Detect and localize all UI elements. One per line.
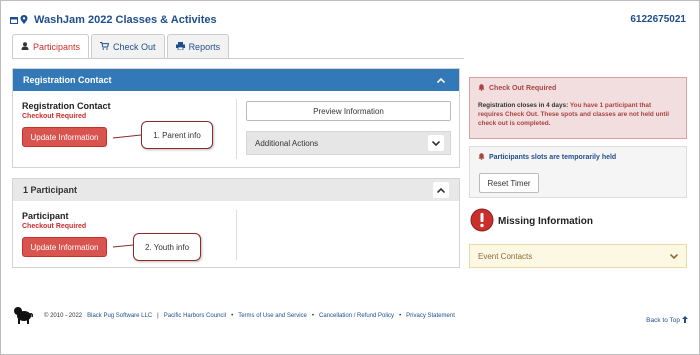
- back-to-top-label: Back to Top: [646, 317, 680, 324]
- checkout-required-alert: Check Out Required Registration closes i…: [469, 77, 687, 139]
- separator: |: [157, 313, 159, 319]
- separator: •: [231, 313, 234, 319]
- bell-icon: [478, 84, 485, 93]
- copyright-text: © 2010 - 2022: [44, 313, 83, 319]
- back-to-top-link[interactable]: Back to Top: [646, 316, 688, 325]
- reset-timer-button[interactable]: Reset Timer: [479, 173, 539, 193]
- footer: © 2010 - 2022 Black Pug Software LLC | P…: [12, 300, 688, 330]
- youth-info-callout: 2. Youth info: [133, 233, 201, 261]
- alert-body: Registration closes in 4 days: You have …: [478, 101, 678, 128]
- privacy-link[interactable]: Privacy Statement: [406, 313, 455, 319]
- arrow-up-icon: [682, 316, 688, 325]
- pug-logo-icon: [12, 304, 34, 326]
- missing-information: Missing Information: [470, 208, 593, 234]
- alert-closes-text: Registration closes in 4 days:: [478, 102, 569, 109]
- slots-title-text: Participants slots are temporarily held: [489, 154, 617, 161]
- terms-link[interactable]: Terms of Use and Service: [238, 313, 307, 319]
- exclamation-icon: [470, 208, 494, 234]
- slots-title: Participants slots are temporarily held: [478, 153, 678, 162]
- event-contacts-label: Event Contacts: [478, 251, 533, 261]
- separator: •: [311, 313, 315, 319]
- alert-title: Check Out Required: [478, 84, 678, 93]
- chevron-down-icon: [669, 252, 679, 261]
- bell-icon: [478, 153, 485, 162]
- council-link[interactable]: Pacific Harbors Council: [164, 313, 226, 319]
- footer-links: © 2010 - 2022 Black Pug Software LLC | P…: [44, 313, 455, 319]
- separator: •: [399, 313, 402, 319]
- missing-information-text: Missing Information: [498, 215, 593, 227]
- alert-title-text: Check Out Required: [489, 85, 557, 92]
- company-link[interactable]: Black Pug Software LLC: [87, 313, 152, 319]
- parent-info-callout: 1. Parent info: [141, 121, 213, 149]
- slots-held-panel: Participants slots are temporarily held …: [469, 146, 687, 198]
- event-contacts-dropdown[interactable]: Event Contacts: [469, 244, 687, 268]
- cancellation-link[interactable]: Cancellation / Refund Policy: [319, 313, 394, 319]
